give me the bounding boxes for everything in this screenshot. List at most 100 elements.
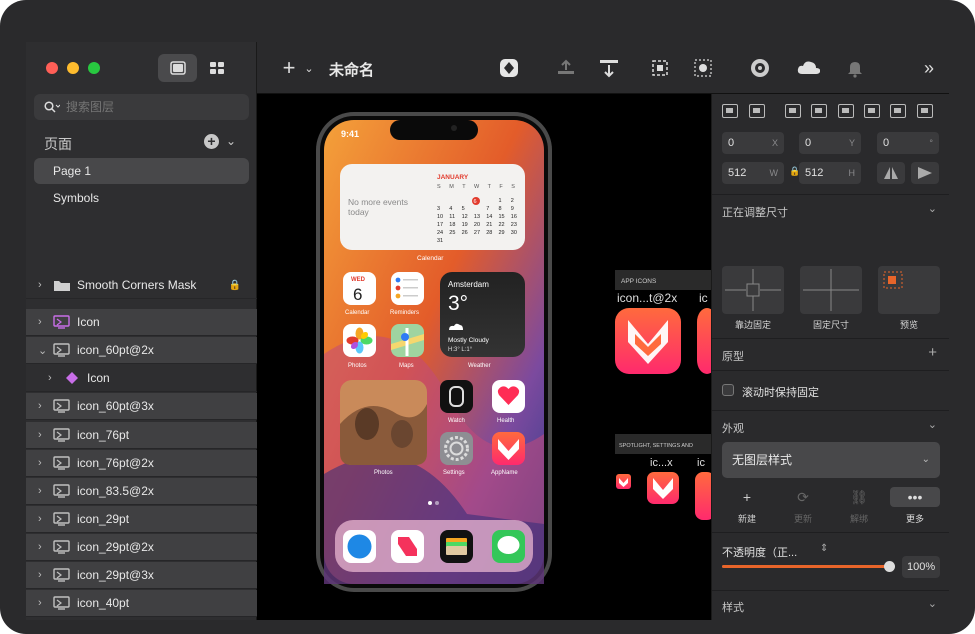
layer-name: icon_29pt@2x: [77, 540, 154, 554]
single-window-icon: [169, 61, 186, 75]
page-item-page1[interactable]: Page 1: [34, 158, 249, 184]
search-input[interactable]: [66, 100, 236, 114]
svg-text:3°: 3°: [448, 292, 468, 315]
mask-icon[interactable]: [691, 56, 715, 80]
chevron-right-icon[interactable]: ›: [38, 541, 48, 553]
align-left-icon[interactable]: [785, 104, 801, 118]
update-style-button[interactable]: ⟳: [778, 487, 828, 507]
layer-row[interactable]: › icon_29pt@2x: [26, 534, 257, 561]
fix-on-scroll-checkbox[interactable]: [722, 384, 734, 396]
calendar-day: 15: [499, 214, 505, 220]
export-icon[interactable]: [554, 56, 578, 80]
new-style-button[interactable]: +: [722, 487, 772, 507]
chevron-right-icon[interactable]: ›: [48, 372, 58, 384]
more-style-button[interactable]: •••: [890, 487, 940, 507]
opacity-value-field[interactable]: 100%: [902, 556, 940, 578]
components-view-button[interactable]: [197, 54, 236, 82]
calendar-day: 31: [437, 238, 443, 244]
layer-row[interactable]: › icon_83.5@2x: [26, 478, 257, 505]
canvas[interactable]: 9:41 No more events today JANUARY S M T …: [257, 94, 711, 620]
height-field[interactable]: 512 H: [799, 162, 861, 184]
insert-chevron-down-icon[interactable]: ⌄: [297, 56, 321, 80]
layer-search[interactable]: [34, 94, 249, 120]
layer-style-select[interactable]: 无图层样式 ⌄: [722, 442, 940, 478]
layers-view-button[interactable]: [158, 54, 197, 82]
calendar-day: 22: [499, 222, 505, 228]
close-window-button[interactable]: [46, 62, 58, 74]
bell-icon[interactable]: [843, 56, 867, 80]
calendar-day: 11: [449, 214, 455, 220]
align-right-icon[interactable]: [838, 104, 854, 118]
prototype-icon[interactable]: [748, 56, 772, 80]
width-field[interactable]: 512 W: [722, 162, 784, 184]
align-bottom-icon[interactable]: [597, 56, 621, 80]
opacity-slider[interactable]: [722, 561, 895, 572]
layer-name: icon_76pt: [77, 428, 130, 442]
x-field[interactable]: 0X: [722, 132, 784, 154]
more-toolbar-chevron-icon[interactable]: »: [917, 56, 941, 80]
app-window: 页面 + ⌄ Page 1 Symbols › Smooth Corners Ma…: [26, 42, 949, 620]
layer-row[interactable]: › icon_40pt: [26, 590, 257, 617]
chevron-right-icon[interactable]: ›: [38, 513, 48, 525]
add-prototype-icon[interactable]: +: [928, 344, 937, 361]
layer-row[interactable]: › icon_29pt: [26, 506, 257, 533]
collapse-pages-chevron-icon[interactable]: ⌄: [226, 134, 236, 148]
resizing-pin-label: 靠边固定: [734, 320, 771, 330]
frame-selection-icon[interactable]: [648, 56, 672, 80]
flip-vertical-icon[interactable]: [911, 162, 939, 184]
chevron-right-icon[interactable]: ›: [38, 429, 48, 441]
layer-row[interactable]: › icon_60pt@3x: [26, 393, 257, 420]
layer-row[interactable]: › Smooth Corners Mask 🔒: [26, 272, 257, 299]
lock-icon[interactable]: 🔒: [229, 280, 241, 291]
app-icon-preview-large: [615, 308, 681, 374]
zoom-window-button[interactable]: [88, 62, 100, 74]
y-field[interactable]: 0Y: [799, 132, 861, 154]
canvas-artwork: 9:41 No more events today JANUARY S M T …: [316, 112, 711, 592]
appearance-title: 外观: [722, 423, 744, 435]
page-item-symbols[interactable]: Symbols: [34, 185, 249, 211]
distribute-vertical-icon[interactable]: [749, 104, 765, 118]
layer-row[interactable]: › icon_76pt@2x: [26, 450, 257, 477]
symbol-icon: [53, 315, 70, 329]
chevron-right-icon[interactable]: ›: [38, 457, 48, 469]
align-center-h-icon[interactable]: [811, 104, 827, 118]
layer-row[interactable]: › icon_29pt@3x: [26, 562, 257, 589]
chevron-down-icon[interactable]: ⌄: [38, 344, 48, 357]
rotation-field[interactable]: 0 °: [877, 132, 939, 154]
blend-mode-stepper-icon[interactable]: ⇕: [820, 543, 828, 554]
symbol-create-icon[interactable]: [497, 56, 521, 80]
calendar-day: 10: [437, 214, 443, 220]
resizing-fixed-option[interactable]: [800, 266, 862, 314]
resizing-chevron-icon[interactable]: ⌄: [928, 202, 937, 215]
chevron-right-icon[interactable]: ›: [38, 400, 48, 412]
layer-row[interactable]: › icon_76pt: [26, 422, 257, 449]
align-top-icon[interactable]: [864, 104, 880, 118]
style-chevron-icon[interactable]: ⌄: [928, 597, 937, 610]
chevron-right-icon[interactable]: ›: [38, 279, 48, 291]
minimize-window-button[interactable]: [67, 62, 79, 74]
detach-style-button[interactable]: ⛓: [834, 487, 884, 507]
svg-text:Settings: Settings: [443, 470, 465, 476]
appearance-chevron-icon[interactable]: ⌄: [928, 418, 937, 431]
calendar-day: 1: [499, 198, 502, 204]
folder-icon: [54, 281, 70, 291]
layer-row[interactable]: ⌄ icon_60pt@2x: [26, 337, 257, 364]
add-page-button[interactable]: +: [204, 134, 219, 149]
view-mode-toggle: [158, 54, 236, 82]
align-bottom-icon[interactable]: [917, 104, 933, 118]
chevron-right-icon[interactable]: ›: [38, 597, 48, 609]
cloud-icon[interactable]: [796, 56, 820, 80]
distribute-horizontal-icon[interactable]: [722, 104, 738, 118]
flip-horizontal-icon[interactable]: [877, 162, 905, 184]
resizing-pin-option[interactable]: [722, 266, 784, 314]
chevron-right-icon[interactable]: ›: [38, 569, 48, 581]
grid-icon: [209, 62, 224, 74]
chevron-right-icon[interactable]: ›: [38, 485, 48, 497]
layer-row[interactable]: › Icon: [26, 309, 257, 336]
chevron-right-icon[interactable]: ›: [38, 316, 48, 328]
layer-row[interactable]: › Icon: [26, 365, 257, 392]
align-middle-v-icon[interactable]: [890, 104, 906, 118]
calendar-day: 2: [511, 198, 514, 204]
opacity-slider-fill: [722, 565, 892, 568]
opacity-slider-knob[interactable]: [884, 561, 895, 572]
